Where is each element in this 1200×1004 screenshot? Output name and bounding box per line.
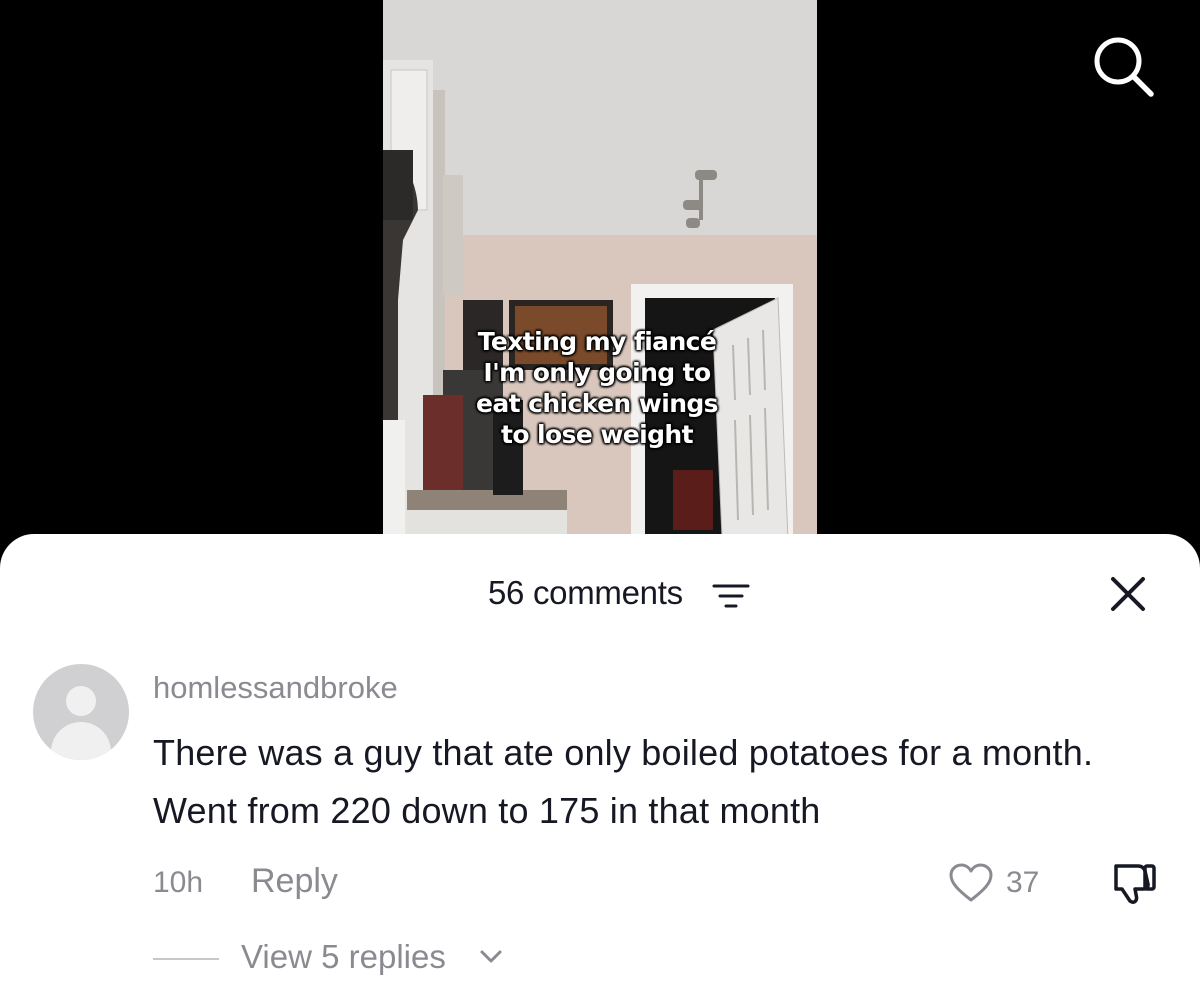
comment-actions: 10h Reply 37 (0, 860, 1200, 904)
video-frame[interactable]: Texting my fiancé I'm only going to eat … (383, 0, 817, 560)
heart-icon[interactable] (948, 862, 994, 904)
comments-header: 56 comments (0, 570, 1200, 614)
view-replies-row: View 5 replies (0, 938, 1200, 978)
close-icon[interactable] (1108, 574, 1148, 614)
video-player[interactable]: Texting my fiancé I'm only going to eat … (0, 0, 1200, 560)
chevron-down-icon[interactable] (478, 944, 504, 968)
video-still-kitchen (383, 0, 817, 560)
comment-text: There was a guy that ate only boiled pot… (153, 732, 1094, 831)
like-count: 37 (1006, 866, 1040, 899)
comments-sheet: 56 comments homlessandbroke There was a … (0, 534, 1200, 1004)
comments-count: 56 comments (488, 574, 683, 611)
view-replies-button[interactable]: View 5 replies (241, 938, 446, 976)
thumbs-down-icon[interactable] (1108, 860, 1158, 906)
replies-divider (153, 958, 219, 960)
sort-lines-icon[interactable] (712, 582, 750, 610)
avatar-body-shape (51, 722, 111, 760)
video-caption: Texting my fiancé I'm only going to eat … (476, 327, 719, 449)
avatar-head-shape (66, 686, 96, 716)
comment-timestamp: 10h (153, 866, 204, 899)
search-icon[interactable] (1090, 33, 1156, 99)
comment-username[interactable]: homlessandbroke (153, 670, 398, 706)
avatar[interactable] (33, 664, 129, 760)
reply-button[interactable]: Reply (251, 862, 338, 901)
